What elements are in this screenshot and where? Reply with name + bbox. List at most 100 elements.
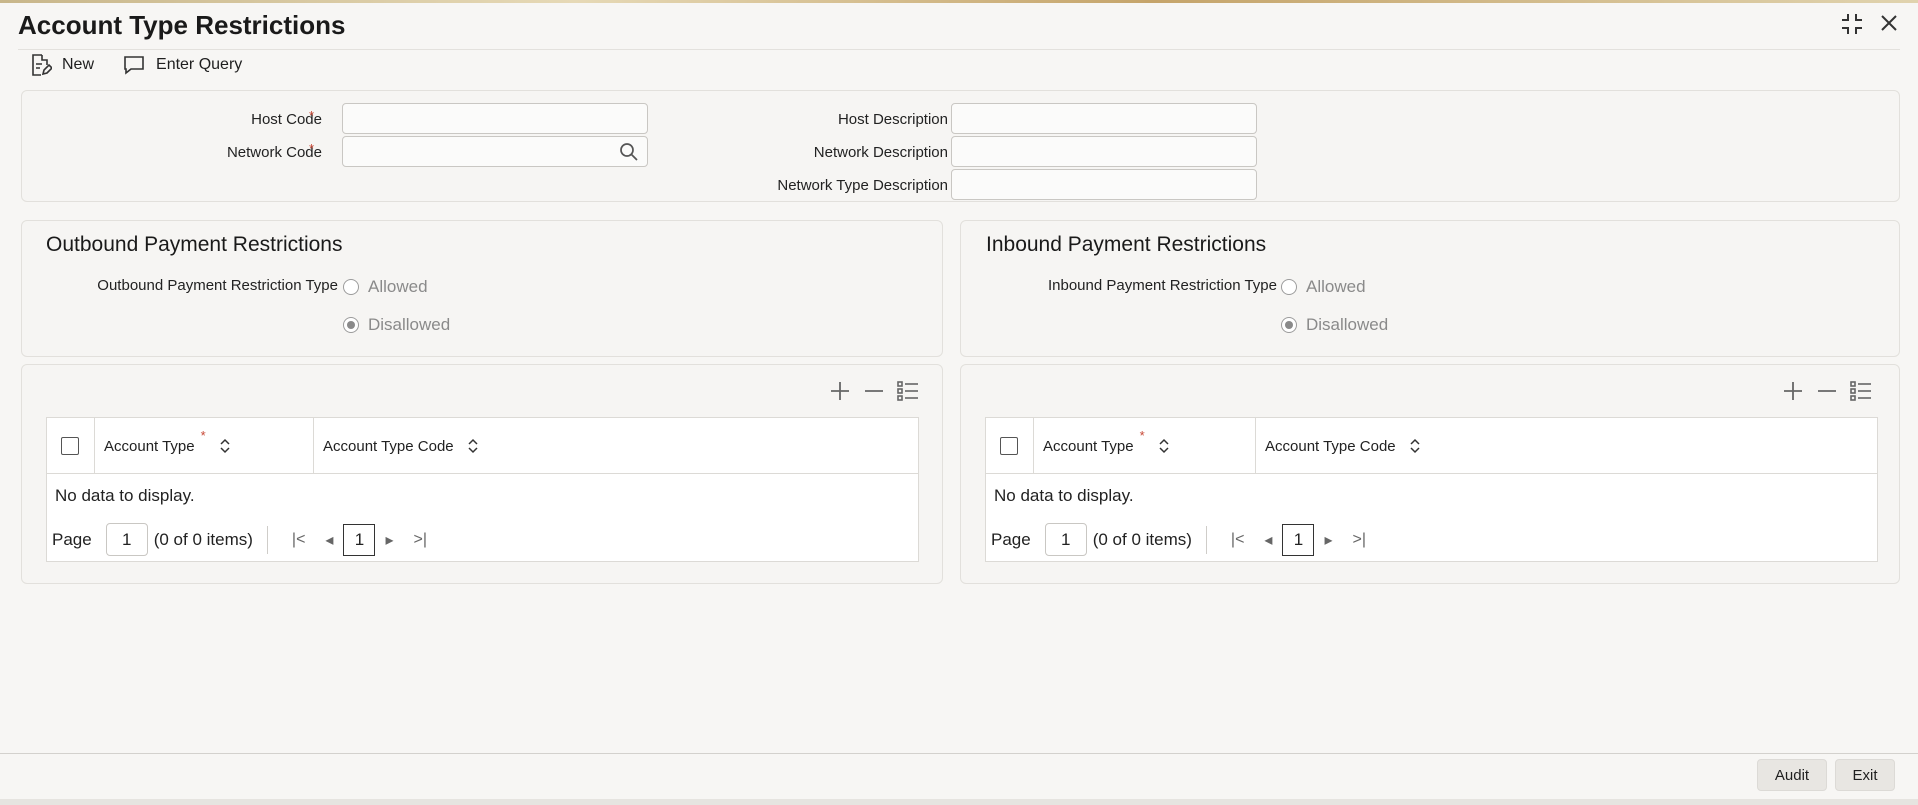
- search-icon[interactable]: [619, 142, 639, 162]
- enter-query-label: Enter Query: [156, 56, 243, 73]
- select-all-cell: [61, 418, 79, 474]
- column-divider: [313, 418, 314, 474]
- header-form-panel: Host Code * Network Code * Host Descript…: [21, 90, 1900, 202]
- outbound-allowed-radio[interactable]: Allowed: [343, 277, 428, 297]
- close-icon[interactable]: [1878, 12, 1900, 41]
- no-data-message: No data to display.: [55, 486, 195, 505]
- host-description-input[interactable]: [951, 103, 1257, 134]
- list-detail-icon[interactable]: [896, 379, 920, 403]
- pager-divider: [1205, 525, 1207, 554]
- current-page[interactable]: 1: [343, 523, 376, 556]
- comment-icon: [124, 56, 144, 75]
- host-code-required-mark: *: [309, 108, 315, 123]
- radio-selected-icon: [343, 317, 359, 333]
- outbound-disallowed-radio[interactable]: Disallowed: [343, 315, 450, 335]
- new-button[interactable]: New: [28, 52, 94, 78]
- window-controls: [1840, 12, 1900, 41]
- footer-divider: [0, 753, 1918, 754]
- network-type-description-label: Network Type Description: [777, 177, 948, 194]
- page-label: Page: [991, 529, 1031, 549]
- add-row-icon[interactable]: [828, 379, 852, 403]
- select-all-checkbox[interactable]: [1000, 437, 1018, 455]
- next-page-icon[interactable]: ▸: [385, 530, 393, 550]
- column-header-account-type[interactable]: Account Type *: [1043, 418, 1171, 474]
- table-header: Account Type * Account Type Code: [47, 418, 918, 474]
- table-header: Account Type * Account Type Code: [986, 418, 1877, 474]
- host-description-label: Host Description: [837, 111, 948, 128]
- items-count: (0 of 0 items): [153, 529, 253, 549]
- last-page-icon[interactable]: >|: [413, 531, 427, 549]
- inbound-disallowed-label: Disallowed: [1306, 315, 1389, 334]
- radio-selected-icon: [1281, 317, 1297, 333]
- network-code-input[interactable]: [342, 136, 648, 167]
- outbound-account-type-table: Account Type * Account Type Code No data…: [46, 417, 919, 562]
- required-mark: *: [200, 428, 206, 443]
- network-type-description-input[interactable]: [951, 169, 1257, 200]
- inbound-grid-panel: Account Type * Account Type Code No data…: [960, 364, 1900, 584]
- network-code-label: Network Code: [226, 144, 322, 161]
- page-title: Account Type Restrictions: [18, 10, 346, 40]
- column-header-account-type-code[interactable]: Account Type Code: [1265, 418, 1422, 474]
- next-page-icon[interactable]: ▸: [1324, 530, 1332, 550]
- collapse-icon[interactable]: [1840, 12, 1864, 41]
- prev-page-icon[interactable]: ◂: [325, 530, 333, 550]
- inbound-allowed-radio[interactable]: Allowed: [1281, 277, 1366, 297]
- radio-icon: [343, 279, 359, 295]
- inbound-restrictions-panel: Inbound Payment Restrictions Inbound Pay…: [960, 220, 1900, 357]
- audit-button[interactable]: Audit: [1757, 759, 1827, 791]
- inbound-allowed-label: Allowed: [1306, 277, 1366, 296]
- inbound-grid-tools: [1781, 379, 1873, 403]
- enter-query-button[interactable]: Enter Query: [122, 52, 242, 78]
- sort-icon[interactable]: [1157, 437, 1171, 455]
- inbound-account-type-table: Account Type * Account Type Code No data…: [985, 417, 1878, 562]
- no-data-message: No data to display.: [994, 486, 1134, 505]
- inbound-disallowed-radio[interactable]: Disallowed: [1281, 315, 1388, 335]
- page-number-input[interactable]: 1: [105, 523, 148, 556]
- select-all-checkbox[interactable]: [61, 437, 79, 455]
- remove-row-icon[interactable]: [1815, 379, 1839, 403]
- outbound-restriction-type-label: Outbound Payment Restriction Type: [97, 277, 338, 294]
- host-code-input[interactable]: [342, 103, 648, 134]
- outbound-grid-tools: [828, 379, 920, 403]
- add-row-icon[interactable]: [1781, 379, 1805, 403]
- account-type-code-header-label: Account Type Code: [323, 437, 454, 455]
- sort-icon[interactable]: [1408, 437, 1422, 455]
- page-number-input[interactable]: 1: [1044, 523, 1087, 556]
- bottom-strip: [0, 799, 1918, 805]
- new-button-label: New: [62, 56, 95, 73]
- prev-page-icon[interactable]: ◂: [1264, 530, 1272, 550]
- first-page-icon[interactable]: |<: [292, 531, 306, 549]
- required-mark: *: [1139, 428, 1145, 443]
- account-type-header-label: Account Type: [104, 437, 195, 455]
- column-divider: [94, 418, 95, 474]
- column-divider: [1255, 418, 1256, 474]
- pagination: Page 1 (0 of 0 items) |< ◂ 1 ▸ >|: [52, 523, 437, 556]
- sort-icon[interactable]: [218, 437, 232, 455]
- network-description-input[interactable]: [951, 136, 1257, 167]
- inbound-section-title: Inbound Payment Restrictions: [986, 233, 1267, 256]
- current-page[interactable]: 1: [1282, 523, 1315, 556]
- outbound-disallowed-label: Disallowed: [368, 315, 451, 334]
- outbound-allowed-label: Allowed: [368, 277, 428, 296]
- items-count: (0 of 0 items): [1092, 529, 1192, 549]
- first-page-icon[interactable]: |<: [1231, 531, 1245, 549]
- outbound-section-title: Outbound Payment Restrictions: [46, 233, 343, 256]
- outbound-grid-panel: Account Type * Account Type Code No data…: [21, 364, 943, 584]
- column-divider: [1033, 418, 1034, 474]
- inbound-restriction-type-label: Inbound Payment Restriction Type: [1047, 277, 1277, 294]
- list-detail-icon[interactable]: [1849, 379, 1873, 403]
- exit-button[interactable]: Exit: [1835, 759, 1895, 791]
- remove-row-icon[interactable]: [862, 379, 886, 403]
- last-page-icon[interactable]: >|: [1352, 531, 1366, 549]
- pager-divider: [266, 525, 268, 554]
- select-all-cell: [1000, 418, 1018, 474]
- column-header-account-type[interactable]: Account Type *: [104, 418, 232, 474]
- account-type-header-label: Account Type: [1043, 437, 1134, 455]
- column-header-account-type-code[interactable]: Account Type Code: [323, 418, 480, 474]
- new-document-icon: [32, 54, 52, 76]
- account-type-code-header-label: Account Type Code: [1265, 437, 1396, 455]
- sort-icon[interactable]: [466, 437, 480, 455]
- title-divider: [18, 49, 1900, 50]
- toolbar: New Enter Query: [28, 52, 242, 78]
- outbound-restrictions-panel: Outbound Payment Restrictions Outbound P…: [21, 220, 943, 357]
